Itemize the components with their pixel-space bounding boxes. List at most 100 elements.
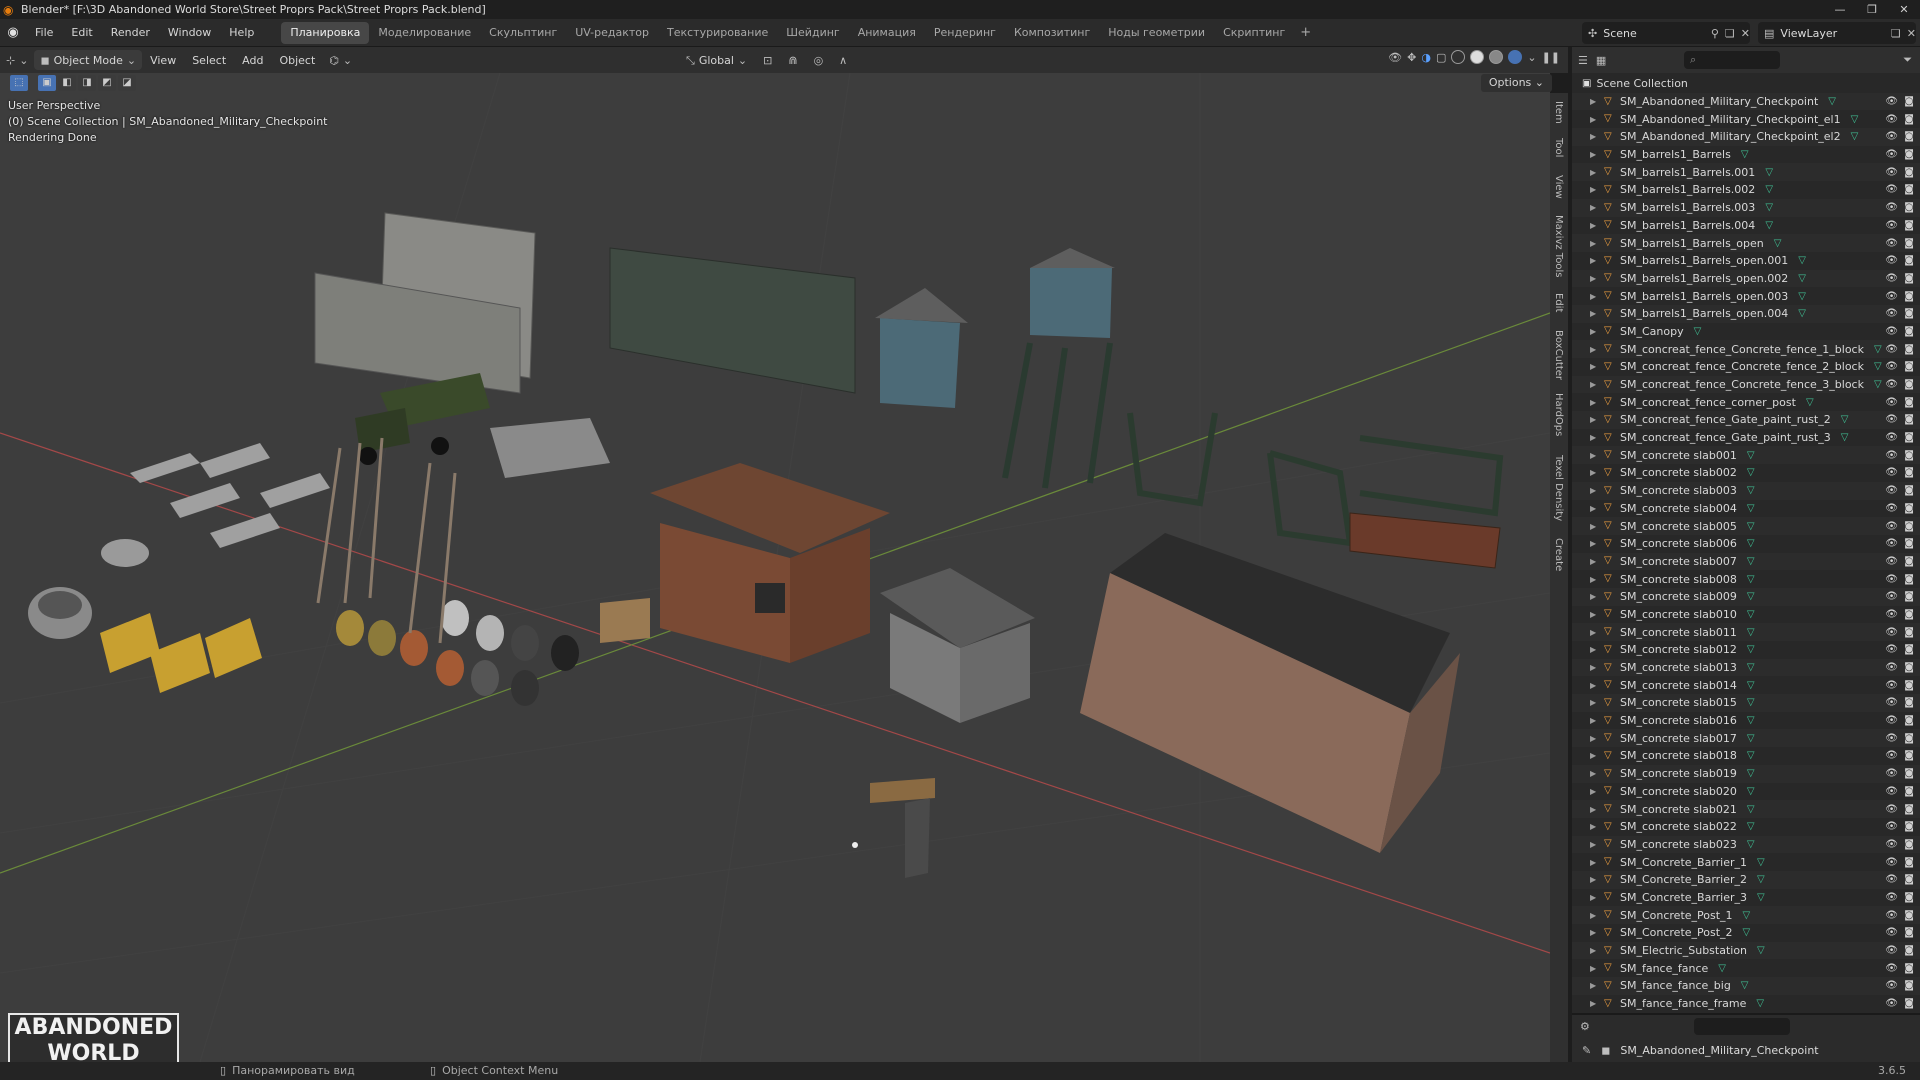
delete-view-layer-icon[interactable]: ✕ (1907, 28, 1916, 39)
mesh-data-icon[interactable]: ▽ (1874, 344, 1882, 355)
xray-icon[interactable]: ▢ (1436, 52, 1446, 63)
camera-icon[interactable]: ◙ (1904, 892, 1914, 903)
eye-icon[interactable]: 👁 (1885, 220, 1898, 231)
expand-arrow-icon[interactable]: ▶ (1590, 274, 1600, 283)
expand-arrow-icon[interactable]: ▶ (1590, 999, 1600, 1008)
outliner-item[interactable]: ▶ ▽ SM_concreat_fence_Gate_paint_rust_2 ▽ 👁 ◙ (1572, 411, 1920, 429)
mesh-data-icon[interactable]: ▽ (1747, 733, 1755, 744)
mesh-data-icon[interactable]: ▽ (1747, 697, 1755, 708)
options-dropdown[interactable]: Options ⌄ (1480, 74, 1552, 92)
outliner-item[interactable]: ▶ ▽ SM_Concrete_Barrier_2 ▽ 👁 ◙ (1572, 870, 1920, 889)
expand-arrow-icon[interactable]: ▶ (1590, 946, 1600, 955)
view-layer-selector[interactable]: ▤ ViewLayer ❏ ✕ (1758, 22, 1916, 44)
outliner-item[interactable]: ▶ ▽ SM_Canopy ▽ 👁 ◙ (1572, 323, 1920, 341)
mesh-data-icon[interactable]: ▽ (1747, 485, 1755, 496)
mesh-data-icon[interactable]: ▽ (1798, 291, 1806, 302)
expand-arrow-icon[interactable]: ▶ (1590, 132, 1600, 141)
menu-file[interactable]: File (26, 19, 62, 47)
outliner-item[interactable]: ▶ ▽ SM_Concrete_Barrier_3 ▽ 👁 ◙ (1572, 889, 1920, 907)
expand-arrow-icon[interactable]: ▶ (1590, 398, 1600, 407)
add-workspace-button[interactable]: + (1294, 22, 1317, 44)
expand-arrow-icon[interactable]: ▶ (1590, 451, 1600, 460)
mesh-data-icon[interactable]: ▽ (1747, 521, 1755, 532)
outliner-item[interactable]: ▶ ▽ SM_concrete slab008 ▽ 👁 ◙ (1572, 570, 1920, 588)
outliner-item[interactable]: ▶ ▽ SM_concrete slab004 ▽ 👁 ◙ (1572, 500, 1920, 518)
expand-arrow-icon[interactable]: ▶ (1590, 858, 1600, 867)
new-selection-icon[interactable]: ▣ (38, 75, 56, 91)
expand-arrow-icon[interactable]: ▶ (1590, 875, 1600, 884)
expand-arrow-icon[interactable]: ▶ (1590, 504, 1600, 513)
tab-edit[interactable]: Edit (1553, 293, 1564, 312)
outliner-item[interactable]: ▶ ▽ SM_barrels1_Barrels.001 ▽ 👁 ◙ (1572, 163, 1920, 182)
tab-geometry-nodes[interactable]: Ноды геометрии (1099, 22, 1214, 44)
camera-icon[interactable]: ◙ (1904, 874, 1914, 885)
maximize-button[interactable]: ❐ (1856, 0, 1888, 19)
mesh-data-icon[interactable]: ▽ (1756, 998, 1764, 1009)
tab-create[interactable]: Create (1553, 538, 1564, 571)
camera-icon[interactable]: ◙ (1904, 839, 1914, 850)
tab-modeling[interactable]: Моделирование (369, 22, 480, 44)
snap-toggle-button[interactable]: ⋒ (782, 50, 803, 70)
outliner-item[interactable]: ▶ ▽ SM_barrels1_Barrels_open ▽ 👁 ◙ (1572, 234, 1920, 252)
select-box-tool-icon[interactable]: ⬚ (10, 75, 28, 91)
mesh-data-icon[interactable]: ▽ (1747, 467, 1755, 478)
outliner-item[interactable]: ▶ ▽ SM_concrete slab005 ▽ 👁 ◙ (1572, 517, 1920, 535)
mesh-data-icon[interactable]: ▽ (1747, 503, 1755, 514)
eye-icon[interactable]: 👁 (1885, 326, 1898, 337)
mesh-data-icon[interactable]: ▽ (1694, 326, 1702, 337)
outliner-item[interactable]: ▶ ▽ SM_concrete slab015 ▽ 👁 ◙ (1572, 694, 1920, 712)
mesh-data-icon[interactable]: ▽ (1747, 662, 1755, 673)
mesh-data-icon[interactable]: ▽ (1765, 220, 1773, 231)
mesh-data-icon[interactable]: ▽ (1765, 167, 1773, 178)
camera-icon[interactable]: ◙ (1904, 538, 1914, 549)
camera-icon[interactable]: ◙ (1904, 503, 1914, 514)
eye-icon[interactable]: 👁 (1885, 308, 1898, 319)
eye-icon[interactable]: 👁 (1885, 114, 1898, 125)
outliner-item[interactable]: ▶ ▽ SM_concrete slab006 ▽ 👁 ◙ (1572, 535, 1920, 553)
eye-icon[interactable]: 👁 (1885, 361, 1898, 372)
mesh-data-icon[interactable]: ▽ (1718, 963, 1726, 974)
camera-icon[interactable]: ◙ (1904, 963, 1914, 974)
mesh-data-icon[interactable]: ▽ (1747, 574, 1755, 585)
transform-orientation-dropdown[interactable]: ⤡ Global ⌄ (680, 50, 753, 70)
object-mode-dropdown[interactable]: ◼ Object Mode ⌄ (34, 50, 143, 70)
mesh-data-icon[interactable]: ▽ (1851, 131, 1859, 142)
outliner-item[interactable]: ▶ ▽ SM_concrete slab013 ▽ 👁 ◙ (1572, 658, 1920, 677)
expand-arrow-icon[interactable]: ▶ (1590, 362, 1600, 371)
outliner-item[interactable]: ▶ ▽ SM_concreat_fence_Concrete_fence_2_blo… (1572, 358, 1920, 376)
mesh-data-icon[interactable]: ▽ (1747, 680, 1755, 691)
eye-icon[interactable]: 👁 (1885, 556, 1898, 567)
expand-arrow-icon[interactable]: ▶ (1590, 893, 1600, 902)
menu-object[interactable]: Object (271, 54, 323, 67)
solid-shading-icon[interactable] (1470, 50, 1485, 64)
eye-icon[interactable]: 👁 (1885, 149, 1898, 160)
camera-icon[interactable]: ◙ (1904, 202, 1914, 213)
camera-icon[interactable]: ◙ (1904, 750, 1914, 761)
expand-arrow-icon[interactable]: ▶ (1590, 486, 1600, 495)
eye-icon[interactable]: 👁 (1885, 644, 1898, 655)
camera-icon[interactable]: ◙ (1904, 96, 1914, 107)
camera-icon[interactable]: ◙ (1904, 432, 1914, 443)
camera-icon[interactable]: ◙ (1904, 414, 1914, 425)
mesh-data-icon[interactable]: ▽ (1747, 609, 1755, 620)
expand-arrow-icon[interactable]: ▶ (1590, 663, 1600, 672)
camera-icon[interactable]: ◙ (1904, 467, 1914, 478)
expand-arrow-icon[interactable]: ▶ (1590, 981, 1600, 990)
expand-arrow-icon[interactable]: ▶ (1590, 734, 1600, 743)
camera-icon[interactable]: ◙ (1904, 662, 1914, 673)
camera-icon[interactable]: ◙ (1904, 149, 1914, 160)
expand-arrow-icon[interactable]: ▶ (1590, 115, 1600, 124)
eye-icon[interactable]: 👁 (1885, 255, 1898, 266)
eye-icon[interactable]: 👁 (1885, 291, 1898, 302)
mesh-data-icon[interactable]: ▽ (1757, 874, 1765, 885)
mesh-data-icon[interactable]: ▽ (1747, 768, 1755, 779)
mesh-data-icon[interactable]: ▽ (1798, 255, 1806, 266)
expand-arrow-icon[interactable]: ▶ (1590, 539, 1600, 548)
mesh-data-icon[interactable]: ▽ (1741, 149, 1749, 160)
outliner-item[interactable]: ▶ ▽ SM_Abandoned_Military_Checkpoint_el1 ▽ 👁… (1572, 110, 1920, 128)
camera-icon[interactable]: ◙ (1904, 273, 1914, 284)
mesh-data-icon[interactable]: ▽ (1841, 432, 1849, 443)
expand-arrow-icon[interactable]: ▶ (1590, 769, 1600, 778)
eye-icon[interactable]: 👁 (1885, 627, 1898, 638)
mesh-data-icon[interactable]: ▽ (1828, 96, 1836, 107)
